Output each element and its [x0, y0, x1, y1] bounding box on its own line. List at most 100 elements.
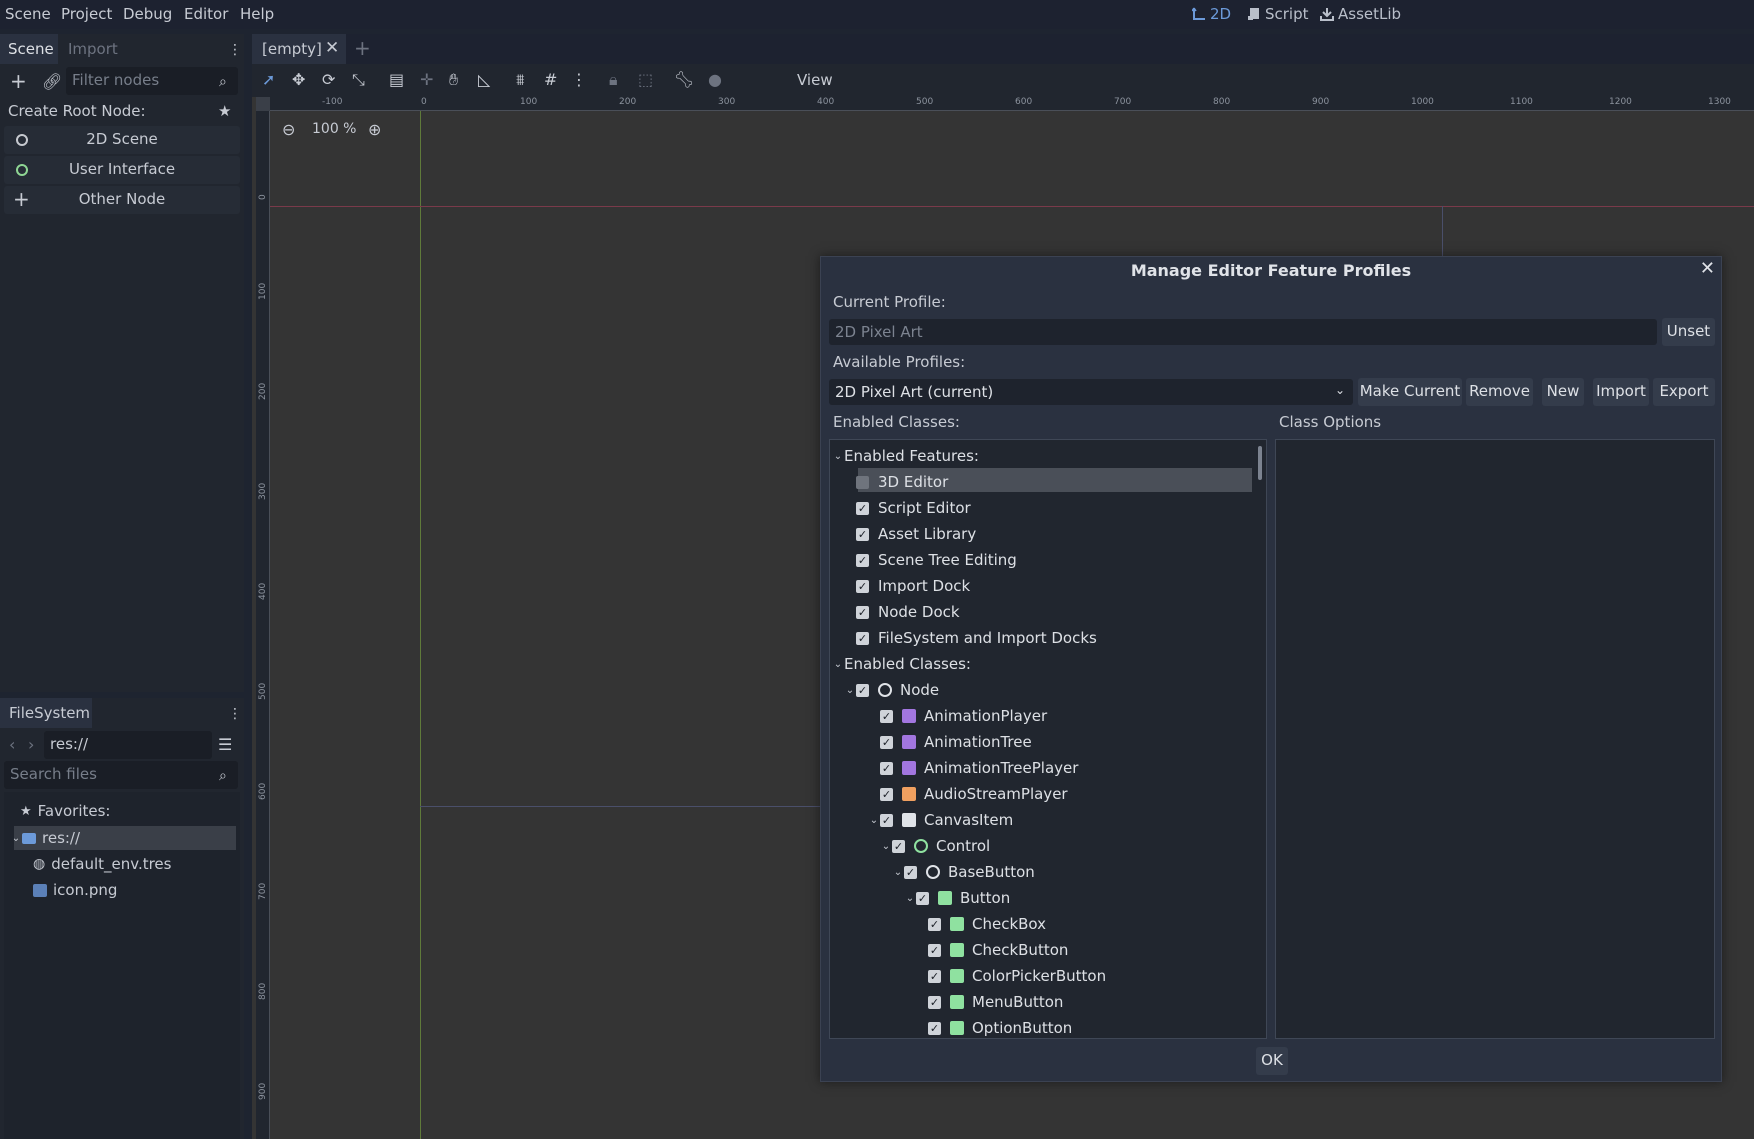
tree-checkbox[interactable]: ✓: [928, 943, 941, 957]
zoom-in-icon[interactable]: ⊕: [368, 120, 381, 139]
favorite-star-icon[interactable]: ★: [218, 103, 231, 119]
tree-checkbox[interactable]: ✓: [880, 787, 893, 801]
zoom-level[interactable]: 100 %: [312, 121, 356, 137]
lock-icon[interactable]: 🔒︎: [609, 72, 618, 88]
search-files-input[interactable]: Search files: [4, 761, 238, 789]
tree-checkbox[interactable]: ✓: [880, 761, 893, 775]
grid-snap-icon[interactable]: #: [544, 72, 557, 88]
available-profiles-select[interactable]: 2D Pixel Art (current) ⌄: [829, 379, 1353, 405]
tree-row-node-dock[interactable]: ✓ Node Dock: [844, 600, 960, 624]
tree-row-animationtreeplayer[interactable]: ✓ AnimationTreePlayer: [868, 756, 1078, 780]
chevron-down-icon[interactable]: ⌄: [844, 685, 856, 696]
select-tool-icon[interactable]: ➚: [262, 72, 275, 88]
fs-favorites[interactable]: ★ Favorites:: [20, 799, 110, 823]
smart-snap-icon[interactable]: ⩩: [516, 72, 525, 88]
tree-checkbox[interactable]: ✓: [856, 579, 869, 593]
tree-checkbox[interactable]: ✓: [928, 917, 941, 931]
link-icon[interactable]: 🔗︎: [42, 74, 62, 90]
fs-path-field[interactable]: res://: [44, 731, 212, 759]
tree-row-filesystem-and-import-docks[interactable]: ✓ FileSystem and Import Docks: [844, 626, 1097, 650]
ruler-tool-icon[interactable]: ◺: [478, 72, 490, 88]
root-user-interface-button[interactable]: User Interface: [4, 156, 240, 184]
mode-script-button[interactable]: Script: [1247, 5, 1309, 23]
chevron-down-icon[interactable]: ⌄: [832, 659, 844, 670]
tree-checkbox[interactable]: ✓: [856, 501, 869, 515]
tree-checkbox[interactable]: ✓: [928, 969, 941, 983]
tree-checkbox[interactable]: ✓: [880, 735, 893, 749]
add-node-icon[interactable]: +: [10, 71, 27, 91]
tree-checkbox[interactable]: ✓: [892, 839, 905, 853]
close-tab-icon[interactable]: ✕: [325, 38, 339, 58]
menu-help[interactable]: Help: [240, 5, 274, 23]
tree-checkbox[interactable]: ✓: [928, 1021, 941, 1035]
chevron-down-icon[interactable]: ⌄: [892, 867, 904, 878]
fs-file-default-env[interactable]: ◍ default_env.tres: [33, 852, 171, 876]
chevron-down-icon[interactable]: ⌄: [832, 451, 844, 462]
camera-icon[interactable]: ●: [708, 72, 722, 88]
current-profile-field[interactable]: 2D Pixel Art: [829, 319, 1657, 345]
tree-checkbox[interactable]: ✓: [856, 683, 869, 697]
tree-row-canvasitem[interactable]: ⌄ ✓ CanvasItem: [868, 808, 1013, 832]
root-2d-scene-button[interactable]: 2D Scene: [4, 126, 240, 154]
back-icon[interactable]: ‹: [9, 737, 15, 753]
root-other-node-button[interactable]: + Other Node: [4, 186, 240, 214]
menu-scene[interactable]: Scene: [5, 5, 51, 23]
list-select-icon[interactable]: ▤: [389, 72, 404, 88]
export-button[interactable]: Export: [1653, 378, 1715, 406]
ok-button[interactable]: OK: [1256, 1047, 1288, 1075]
filter-nodes-input[interactable]: Filter nodes: [66, 67, 238, 95]
tree-row-node[interactable]: ⌄ ✓ Node: [844, 678, 939, 702]
move-tool-icon[interactable]: ✥: [292, 72, 305, 88]
fs-file-icon-png[interactable]: icon.png: [33, 878, 117, 902]
tree-checkbox[interactable]: ✓: [880, 813, 893, 827]
make-current-button[interactable]: Make Current: [1358, 378, 1462, 406]
menu-project[interactable]: Project: [61, 5, 112, 23]
tree-row-scene-tree-editing[interactable]: ✓ Scene Tree Editing: [844, 548, 1017, 572]
enabled-classes-tree[interactable]: ⌄ Enabled Features: 3D Editor ✓ Script Edito…: [829, 439, 1267, 1039]
rotate-tool-icon[interactable]: ⟳: [322, 72, 335, 88]
bone-icon[interactable]: 🦴︎: [674, 72, 694, 88]
class-options-panel[interactable]: [1275, 439, 1715, 1039]
tree-row-import-dock[interactable]: ✓ Import Dock: [844, 574, 970, 598]
tree-checkbox[interactable]: ✓: [880, 709, 893, 723]
menu-editor[interactable]: Editor: [184, 5, 228, 23]
pivot-tool-icon[interactable]: ✛: [420, 72, 433, 88]
tree-checkbox[interactable]: ✓: [856, 631, 869, 645]
pan-tool-icon[interactable]: ✋︎: [449, 72, 458, 88]
tree-row-control[interactable]: ⌄ ✓ Control: [880, 834, 990, 858]
group-icon[interactable]: ⬚: [638, 72, 653, 88]
chevron-down-icon[interactable]: ⌄: [868, 815, 880, 826]
import-tab[interactable]: Import: [68, 40, 118, 58]
tree-row-asset-library[interactable]: ✓ Asset Library: [844, 522, 976, 546]
scale-tool-icon[interactable]: ⤡: [352, 72, 365, 88]
snap-options-icon[interactable]: ⋮: [571, 72, 587, 88]
unset-button[interactable]: Unset: [1662, 318, 1715, 346]
tree-row-audiostreamplayer[interactable]: ✓ AudioStreamPlayer: [868, 782, 1068, 806]
dock-menu-icon[interactable]: ⋮: [228, 42, 242, 58]
tree-row-button[interactable]: ⌄ ✓ Button: [904, 886, 1010, 910]
chevron-down-icon[interactable]: ⌄: [904, 893, 916, 904]
tree-checkbox[interactable]: ✓: [856, 553, 869, 567]
tree-row-colorpickerbutton[interactable]: ✓ ColorPickerButton: [916, 964, 1106, 988]
forward-icon[interactable]: ›: [28, 737, 34, 753]
tree-row-animationplayer[interactable]: ✓ AnimationPlayer: [868, 704, 1047, 728]
tree-checkbox[interactable]: ✓: [904, 865, 917, 879]
tree-checkbox[interactable]: [856, 475, 869, 489]
tree-checkbox[interactable]: ✓: [856, 527, 869, 541]
import-button[interactable]: Import: [1593, 378, 1649, 406]
tree-row-animationtree[interactable]: ✓ AnimationTree: [868, 730, 1032, 754]
chevron-down-icon[interactable]: ⌄: [880, 841, 892, 852]
fs-menu-icon[interactable]: ⋮: [228, 706, 242, 722]
tree-checkbox[interactable]: ✓: [928, 995, 941, 1009]
mode-2d-button[interactable]: 2D: [1192, 5, 1231, 23]
tree-row-menubutton[interactable]: ✓ MenuButton: [916, 990, 1063, 1014]
tree-row-3d-editor[interactable]: 3D Editor: [844, 470, 948, 494]
tree-row-checkbutton[interactable]: ✓ CheckButton: [916, 938, 1068, 962]
view-list-icon[interactable]: ☰: [218, 737, 232, 753]
add-tab-icon[interactable]: +: [354, 36, 371, 60]
view-menu[interactable]: View: [797, 71, 833, 89]
tree-row-checkbox[interactable]: ✓ CheckBox: [916, 912, 1046, 936]
remove-button[interactable]: Remove: [1466, 378, 1533, 406]
close-icon[interactable]: ✕: [1700, 258, 1715, 279]
mode-assetlib-button[interactable]: AssetLib: [1320, 5, 1401, 23]
